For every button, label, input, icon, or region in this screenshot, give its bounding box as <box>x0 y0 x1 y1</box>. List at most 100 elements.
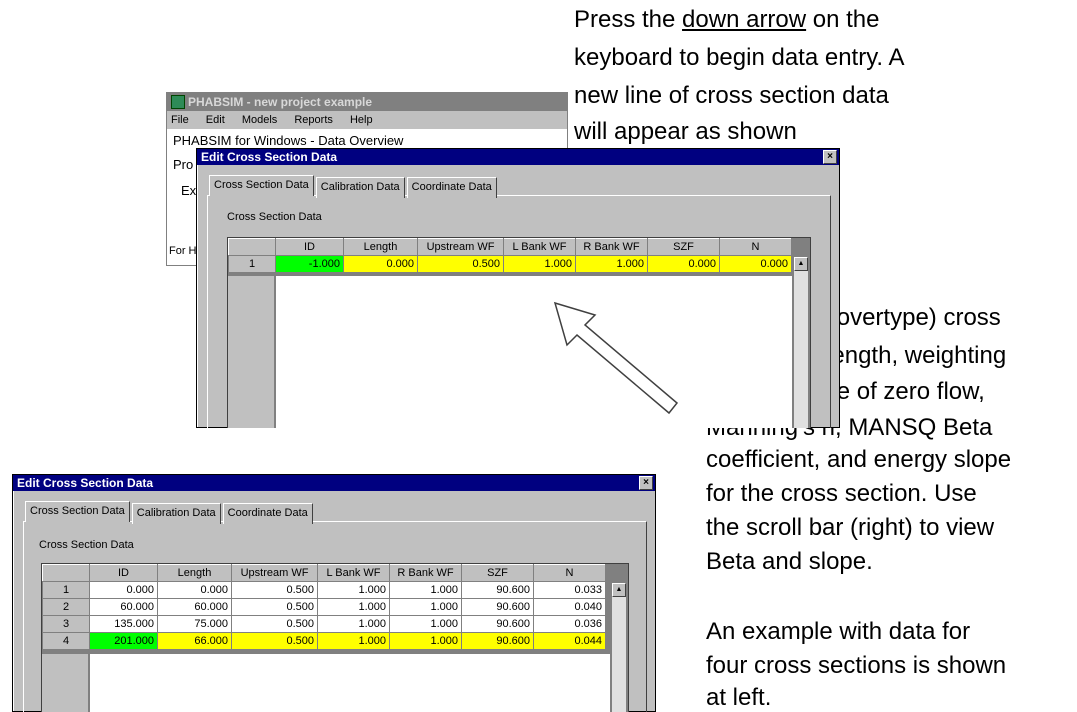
vertical-scrollbar[interactable]: ▲ <box>794 257 808 428</box>
cell-n[interactable]: 0.033 <box>533 581 606 599</box>
corner-cell <box>228 238 276 256</box>
down-arrow-text: down arrow <box>682 6 807 33</box>
tab-strip: Cross Section Data Calibration Data Coor… <box>25 501 315 524</box>
row-number[interactable]: 4 <box>42 632 90 650</box>
col-header-n[interactable]: N <box>533 564 606 582</box>
grid-empty-area <box>276 276 792 428</box>
col-header-n[interactable]: N <box>719 238 792 256</box>
cell-rbank-wf[interactable]: 1.000 <box>575 255 648 273</box>
col-header-lbank-wf[interactable]: L Bank WF <box>503 238 576 256</box>
table-row[interactable]: 1 -1.000 0.000 0.500 1.000 1.000 0.000 0… <box>228 255 792 273</box>
example-line: four cross sections is shown <box>706 652 1007 679</box>
menu-reports[interactable]: Reports <box>294 114 333 126</box>
cell-szf[interactable]: 0.000 <box>647 255 720 273</box>
example-line: at left. <box>706 684 772 711</box>
cell-lbank-wf[interactable]: 1.000 <box>317 598 390 616</box>
dialog-titlebar: Edit Cross Section Data × <box>13 475 655 491</box>
col-header-upstream-wf[interactable]: Upstream WF <box>231 564 318 582</box>
cell-id[interactable]: 135.000 <box>89 615 158 633</box>
explorer-label: Ex <box>181 183 197 198</box>
row-header-strip <box>228 276 275 428</box>
close-icon[interactable]: × <box>639 476 653 490</box>
scroll-up-icon[interactable]: ▲ <box>612 583 626 597</box>
menu-edit[interactable]: Edit <box>206 114 225 126</box>
col-header-length[interactable]: Length <box>157 564 232 582</box>
cell-rbank-wf[interactable]: 1.000 <box>389 615 462 633</box>
row-number[interactable]: 2 <box>42 598 90 616</box>
table-row[interactable]: 2 60.000 60.000 0.500 1.000 1.000 90.600… <box>42 598 606 616</box>
cell-length[interactable]: 0.000 <box>157 581 232 599</box>
cell-szf[interactable]: 90.600 <box>461 632 534 650</box>
tab-cross-section-data[interactable]: Cross Section Data <box>209 175 314 196</box>
cell-upstream-wf[interactable]: 0.500 <box>231 581 318 599</box>
dialog-title: Edit Cross Section Data <box>17 476 154 490</box>
cell-length[interactable]: 75.000 <box>157 615 232 633</box>
grid-header-row: ID Length Upstream WF L Bank WF R Bank W… <box>228 238 792 256</box>
tab-calibration-data[interactable]: Calibration Data <box>131 503 221 524</box>
table-row[interactable]: 4 201.000 66.000 0.500 1.000 1.000 90.60… <box>42 632 606 650</box>
cell-length[interactable]: 0.000 <box>343 255 418 273</box>
row-number[interactable]: 1 <box>228 255 276 273</box>
cross-section-grid[interactable]: ID Length Upstream WF L Bank WF R Bank W… <box>227 237 811 428</box>
cell-n[interactable]: 0.044 <box>533 632 606 650</box>
then-line: the scroll bar (right) to view <box>706 514 995 541</box>
cell-upstream-wf[interactable]: 0.500 <box>231 632 318 650</box>
cell-szf[interactable]: 90.600 <box>461 581 534 599</box>
cell-rbank-wf[interactable]: 1.000 <box>389 581 462 599</box>
tab-calibration-data[interactable]: Calibration Data <box>315 177 405 198</box>
then-line: coefficient, and energy slope <box>706 446 1012 473</box>
table-row[interactable]: 1 0.000 0.000 0.500 1.000 1.000 90.600 0… <box>42 581 606 599</box>
cross-section-grid[interactable]: ID Length Upstream WF L Bank WF R Bank W… <box>41 563 629 712</box>
col-header-lbank-wf[interactable]: L Bank WF <box>317 564 390 582</box>
then-line: Beta and slope. <box>706 548 873 575</box>
vertical-scrollbar[interactable]: ▲ <box>612 583 626 712</box>
edit-cross-section-dialog-bottom: Edit Cross Section Data × Cross Section … <box>12 474 656 712</box>
grid-table: ID Length Upstream WF L Bank WF R Bank W… <box>228 238 792 273</box>
tab-coordinate-data[interactable]: Coordinate Data <box>406 177 497 198</box>
close-icon[interactable]: × <box>823 150 837 164</box>
col-header-rbank-wf[interactable]: R Bank WF <box>575 238 648 256</box>
menu-file[interactable]: File <box>171 114 189 126</box>
overview-heading: PHABSIM for Windows - Data Overview <box>173 133 404 148</box>
cell-id[interactable]: -1.000 <box>275 255 344 273</box>
col-header-szf[interactable]: SZF <box>647 238 720 256</box>
cell-lbank-wf[interactable]: 1.000 <box>317 632 390 650</box>
cell-length[interactable]: 66.000 <box>157 632 232 650</box>
cell-lbank-wf[interactable]: 1.000 <box>317 581 390 599</box>
row-number[interactable]: 3 <box>42 615 90 633</box>
cell-lbank-wf[interactable]: 1.000 <box>317 615 390 633</box>
edit-cross-section-dialog-top: Edit Cross Section Data × Cross Section … <box>196 148 840 428</box>
tab-cross-section-data[interactable]: Cross Section Data <box>25 501 130 522</box>
cell-id[interactable]: 0.000 <box>89 581 158 599</box>
col-header-rbank-wf[interactable]: R Bank WF <box>389 564 462 582</box>
menu-models[interactable]: Models <box>242 114 277 126</box>
group-label: Cross Section Data <box>39 539 134 551</box>
cell-n[interactable]: 0.036 <box>533 615 606 633</box>
col-header-id[interactable]: ID <box>89 564 158 582</box>
cell-szf[interactable]: 90.600 <box>461 615 534 633</box>
col-header-id[interactable]: ID <box>275 238 344 256</box>
cell-upstream-wf[interactable]: 0.500 <box>231 615 318 633</box>
cell-n[interactable]: 0.040 <box>533 598 606 616</box>
instruction-line-1: Press the down arrow on the <box>574 6 880 33</box>
cell-lbank-wf[interactable]: 1.000 <box>503 255 576 273</box>
scroll-up-icon[interactable]: ▲ <box>794 257 808 271</box>
table-row[interactable]: 3 135.000 75.000 0.500 1.000 1.000 90.60… <box>42 615 606 633</box>
tab-coordinate-data[interactable]: Coordinate Data <box>222 503 313 524</box>
col-header-length[interactable]: Length <box>343 238 418 256</box>
menu-help[interactable]: Help <box>350 114 373 126</box>
cell-id[interactable]: 60.000 <box>89 598 158 616</box>
cell-n[interactable]: 0.000 <box>719 255 792 273</box>
cell-id[interactable]: 201.000 <box>89 632 158 650</box>
cell-szf[interactable]: 90.600 <box>461 598 534 616</box>
col-header-szf[interactable]: SZF <box>461 564 534 582</box>
cell-rbank-wf[interactable]: 1.000 <box>389 598 462 616</box>
col-header-upstream-wf[interactable]: Upstream WF <box>417 238 504 256</box>
status-fragment: For H <box>169 245 197 257</box>
cell-upstream-wf[interactable]: 0.500 <box>417 255 504 273</box>
row-number[interactable]: 1 <box>42 581 90 599</box>
tab-strip: Cross Section Data Calibration Data Coor… <box>209 175 499 198</box>
cell-upstream-wf[interactable]: 0.500 <box>231 598 318 616</box>
cell-length[interactable]: 60.000 <box>157 598 232 616</box>
cell-rbank-wf[interactable]: 1.000 <box>389 632 462 650</box>
